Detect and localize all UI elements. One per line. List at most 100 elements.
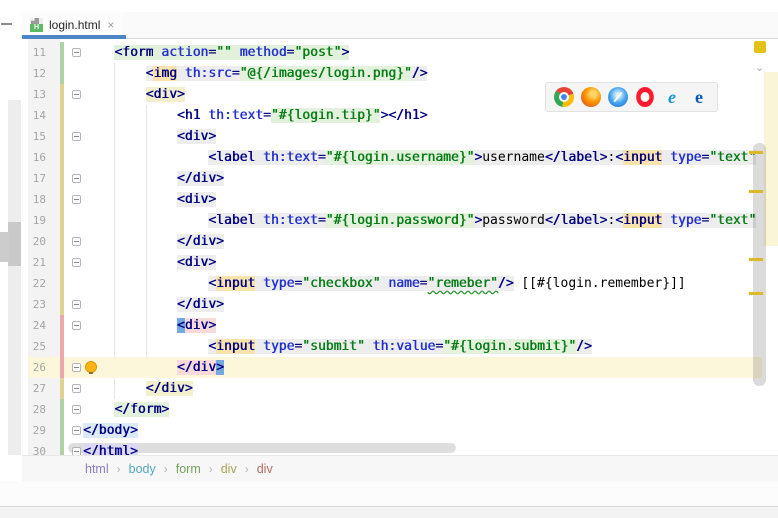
fold-marker-icon[interactable]: [72, 363, 81, 372]
code-line-27[interactable]: 27 </div>: [28, 378, 762, 399]
code-token: "#{login.username}": [325, 150, 475, 165]
code-line-12[interactable]: 12 <img th:src="@{/images/login.png}"/>: [28, 63, 762, 84]
fold-marker-icon[interactable]: [72, 321, 81, 330]
code-line-19[interactable]: 19 <label th:text="#{login.password}">pa…: [28, 210, 762, 231]
code-text: </div>: [83, 357, 224, 378]
code-token: "submit": [302, 339, 365, 354]
code-token: <: [615, 150, 624, 165]
vcs-change-marker: [60, 378, 64, 399]
code-line-23[interactable]: 23 </div>: [28, 294, 762, 315]
firefox-browser-icon[interactable]: [581, 87, 601, 107]
code-line-20[interactable]: 20 </div>: [28, 231, 762, 252]
line-number: 12: [32, 67, 46, 80]
line-number: 20: [32, 235, 46, 248]
code-text: </body>: [83, 420, 138, 441]
breadcrumb-separator-icon: ›: [244, 461, 249, 476]
ide-window: login.html × 11 <form action="" method="…: [0, 0, 778, 518]
breadcrumb-separator-icon: ›: [116, 461, 121, 476]
code-line-25[interactable]: 25 <input type="submit" th:value="#{logi…: [28, 336, 762, 357]
line-number: 27: [32, 382, 46, 395]
code-text: <div>: [83, 126, 217, 147]
code-token: />: [411, 66, 428, 81]
code-token: input: [623, 213, 663, 228]
code-line-22[interactable]: 22 <input type="checkbox" name="remeber"…: [28, 273, 762, 294]
code-line-16[interactable]: 16 <label th:text="#{login.username}">us…: [28, 147, 762, 168]
line-number: 22: [32, 277, 46, 290]
breadcrumb-item-body-1[interactable]: body: [129, 462, 156, 476]
code-line-26[interactable]: 26 </div>: [28, 357, 762, 378]
code-token: <: [176, 318, 185, 333]
code-token: <: [208, 276, 217, 291]
edge-browser-icon[interactable]: e: [689, 87, 709, 107]
breadcrumb-item-div-4[interactable]: div: [257, 462, 273, 476]
vcs-change-marker: [60, 399, 64, 420]
vcs-change-marker: [60, 189, 64, 210]
code-token: method: [239, 45, 287, 60]
code-line-24[interactable]: 24 <div>: [28, 315, 762, 336]
code-line-29[interactable]: 29 </body>: [28, 420, 762, 441]
line-number: 19: [32, 214, 46, 227]
fold-marker-icon[interactable]: [72, 174, 81, 183]
safari-browser-icon[interactable]: [608, 87, 628, 107]
opera-browser-icon[interactable]: [636, 87, 654, 107]
code-token: </html>: [83, 444, 138, 455]
code-token: </div: [176, 360, 217, 375]
fold-marker-icon[interactable]: [72, 258, 81, 267]
chevron-down-icon[interactable]: ⌄: [755, 63, 765, 74]
vertical-scrollbar-thumb[interactable]: [753, 143, 766, 386]
code-token: <: [615, 213, 624, 228]
code-line-21[interactable]: 21 <div>: [28, 252, 762, 273]
fold-marker-icon[interactable]: [72, 384, 81, 393]
fold-marker-icon[interactable]: [72, 300, 81, 309]
code-token: =: [263, 108, 271, 123]
breadcrumb-item-html-0[interactable]: html: [85, 462, 109, 476]
code-line-11[interactable]: 11 <form action="" method="post">: [28, 42, 762, 63]
code-token: name: [388, 276, 420, 291]
fold-marker-icon[interactable]: [72, 90, 81, 99]
inspection-status-icon[interactable]: [754, 41, 766, 53]
code-token: <form: [114, 45, 154, 60]
line-number: 23: [32, 298, 46, 311]
breadcrumb-separator-icon: ›: [163, 461, 168, 476]
code-line-15[interactable]: 15 <div>: [28, 126, 762, 147]
fold-marker-icon[interactable]: [72, 405, 81, 414]
code-token: password: [482, 213, 545, 228]
code-text: <div>: [83, 84, 185, 105]
line-number: 14: [32, 109, 46, 122]
code-line-17[interactable]: 17 </div>: [28, 168, 762, 189]
vcs-change-marker: [60, 84, 64, 105]
fold-marker-icon[interactable]: [72, 426, 81, 435]
warning-stripe-mark[interactable]: [749, 258, 763, 261]
fold-marker-icon[interactable]: [72, 48, 81, 57]
tab-close-icon[interactable]: ×: [107, 19, 114, 31]
ie-browser-icon[interactable]: e: [662, 87, 682, 107]
code-token: th:value: [372, 339, 436, 354]
code-line-18[interactable]: 18 <div>: [28, 189, 762, 210]
code-token: =: [317, 213, 326, 228]
code-token: "post": [294, 45, 342, 60]
fold-marker-icon[interactable]: [72, 447, 81, 455]
vcs-change-marker: [60, 273, 64, 294]
left-panel-scrollbar-thumb[interactable]: [8, 222, 21, 266]
code-token: type: [263, 276, 295, 291]
code-token: th:text: [263, 150, 318, 165]
fold-marker-icon[interactable]: [72, 195, 81, 204]
line-number: 17: [32, 172, 46, 185]
warning-stripe-mark[interactable]: [749, 151, 763, 154]
fold-marker-icon[interactable]: [72, 132, 81, 141]
warning-stripe-mark[interactable]: [749, 190, 763, 193]
fold-marker-icon[interactable]: [72, 237, 81, 246]
breadcrumb-item-div-3[interactable]: div: [221, 462, 237, 476]
code-text: <label th:text="#{login.password}">passw…: [83, 210, 757, 231]
code-line-28[interactable]: 28 </form>: [28, 399, 762, 420]
code-line-30[interactable]: 30 </html>: [28, 441, 762, 455]
chrome-browser-icon[interactable]: [554, 87, 574, 107]
warning-stripe-mark[interactable]: [749, 292, 763, 295]
code-token: </div>: [145, 381, 193, 396]
breadcrumb-item-form-2[interactable]: form: [176, 462, 201, 476]
code-token: />: [576, 339, 592, 354]
vcs-change-marker: [60, 252, 64, 273]
code-token: [176, 66, 185, 81]
code-token: "#{login.submit}": [443, 339, 577, 354]
left-panel-scrollbar-track: [8, 100, 21, 455]
